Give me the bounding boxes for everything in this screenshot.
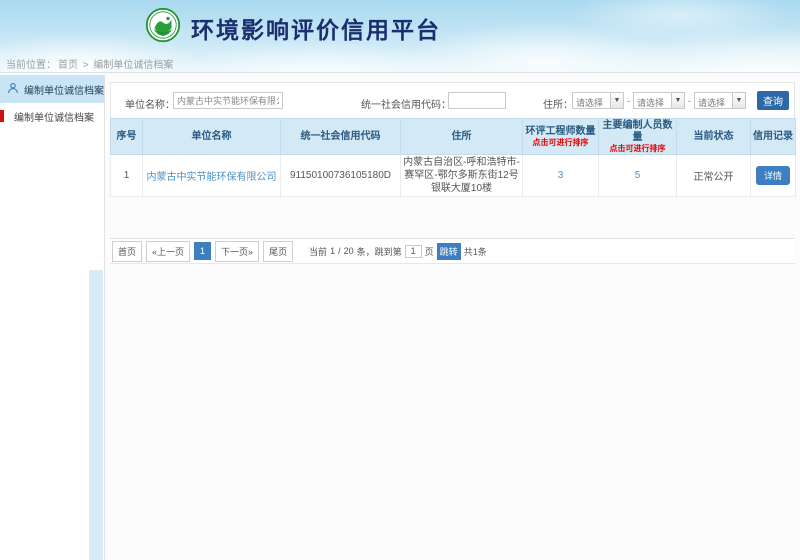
sidebar: 编制单位诚信档案 编制单位诚信档案: [0, 75, 105, 560]
sort-hint: 点击可进行排序: [525, 138, 596, 147]
search-panel: 单位名称： 统一社会信用代码： 住所： 请选择 ▼ - 请选择 ▼ - 请选择 …: [110, 82, 795, 120]
row-index: 1: [111, 155, 143, 197]
col-staff-count-label: 主要编制人员数量: [603, 120, 673, 143]
staff-count-link[interactable]: 5: [635, 170, 641, 181]
pagination-info: 当前 1 / 20 条，跳到第 页 跳转 共1条: [309, 243, 487, 260]
sidebar-scrollbar[interactable]: [89, 270, 103, 560]
unit-name-link[interactable]: 内蒙古中实节能环保有限公司: [147, 172, 277, 183]
select-value: 请选择: [573, 93, 610, 108]
breadcrumb: 当前位置：首页 > 编制单位诚信档案: [6, 56, 175, 71]
table-header-row: 序号 单位名称 统一社会信用代码 住所 环评工程师数量 点击可进行排序 主要编制…: [111, 119, 796, 155]
col-engineer-count-sortable[interactable]: 环评工程师数量 点击可进行排序: [523, 119, 599, 155]
row-credit-code: 91150100736105180D: [281, 155, 401, 197]
pagination-bar: 首页 «上一页 1 下一页» 尾页 当前 1 / 20 条，跳到第 页 跳转 共…: [110, 238, 795, 264]
user-icon: [7, 82, 19, 97]
breadcrumb-home-link[interactable]: 首页: [58, 60, 78, 71]
col-index: 序号: [111, 119, 143, 155]
row-address: 内蒙古自治区-呼和浩特市-赛罕区-鄂尔多斯东街12号银联大厦10楼: [401, 155, 523, 197]
detail-button[interactable]: 详情: [756, 166, 790, 185]
prev-page-button[interactable]: «上一页: [146, 241, 190, 262]
breadcrumb-prefix: 当前位置：: [6, 60, 56, 71]
current-page-button[interactable]: 1: [194, 242, 211, 260]
engineer-count-link[interactable]: 3: [558, 170, 564, 181]
sidebar-item-unit-archive[interactable]: 编制单位诚信档案: [0, 103, 104, 129]
select-separator: -: [688, 96, 691, 106]
col-engineer-count-label: 环评工程师数量: [526, 126, 596, 137]
address-label: 住所：: [543, 96, 573, 111]
col-status: 当前状态: [677, 119, 751, 155]
query-button[interactable]: 查询: [757, 91, 789, 110]
credit-code-input[interactable]: [448, 92, 506, 109]
select-separator: -: [627, 96, 630, 106]
last-page-button[interactable]: 尾页: [263, 241, 293, 262]
unit-name-label: 单位名称：: [125, 96, 175, 111]
sidebar-section-unit-archive[interactable]: 编制单位诚信档案: [0, 75, 104, 103]
sidebar-section-label: 编制单位诚信档案: [24, 82, 104, 97]
pager-page-size: 20: [344, 246, 354, 256]
mee-logo-icon: [145, 7, 181, 48]
row-status: 正常公开: [677, 155, 751, 197]
chevron-down-icon: ▼: [671, 93, 684, 108]
unit-name-input[interactable]: [173, 92, 283, 109]
next-page-button[interactable]: 下一页»: [215, 241, 259, 262]
chevron-down-icon: ▼: [610, 93, 623, 108]
pager-page-word: 页: [425, 245, 434, 258]
col-address: 住所: [401, 119, 523, 155]
sidebar-item-label: 编制单位诚信档案: [14, 109, 94, 124]
col-credit-record: 信用记录: [751, 119, 796, 155]
first-page-button[interactable]: 首页: [112, 241, 142, 262]
pager-info-mid: 条，跳到第: [357, 245, 402, 258]
address-district-select[interactable]: 请选择 ▼: [694, 92, 746, 109]
pager-total: 共1条: [464, 245, 487, 258]
pager-current-page: 1: [330, 246, 335, 256]
brand: 环境影响评价信用平台: [145, 7, 441, 48]
select-value: 请选择: [634, 93, 671, 108]
pager-slash: /: [338, 246, 341, 256]
breadcrumb-separator: >: [83, 60, 89, 71]
sort-hint: 点击可进行排序: [601, 144, 674, 153]
breadcrumb-current: 编制单位诚信档案: [93, 60, 173, 71]
jump-page-input[interactable]: [405, 245, 422, 258]
table-row: 1 内蒙古中实节能环保有限公司 91150100736105180D 内蒙古自治…: [111, 155, 796, 197]
pager-info-prefix: 当前: [309, 245, 327, 258]
address-province-select[interactable]: 请选择 ▼: [572, 92, 624, 109]
jump-button[interactable]: 跳转: [437, 243, 461, 260]
select-value: 请选择: [695, 93, 732, 108]
col-credit-code: 统一社会信用代码: [281, 119, 401, 155]
credit-code-label: 统一社会信用代码：: [361, 96, 451, 111]
results-table: 序号 单位名称 统一社会信用代码 住所 环评工程师数量 点击可进行排序 主要编制…: [110, 118, 796, 197]
col-unit-name: 单位名称: [143, 119, 281, 155]
page-title: 环境影响评价信用平台: [191, 11, 441, 45]
sky-header: 环境影响评价信用平台 当前位置：首页 > 编制单位诚信档案: [0, 0, 800, 73]
chevron-down-icon: ▼: [732, 93, 745, 108]
col-staff-count-sortable[interactable]: 主要编制人员数量 点击可进行排序: [599, 119, 677, 155]
address-city-select[interactable]: 请选择 ▼: [633, 92, 685, 109]
active-item-marker: [0, 110, 4, 122]
